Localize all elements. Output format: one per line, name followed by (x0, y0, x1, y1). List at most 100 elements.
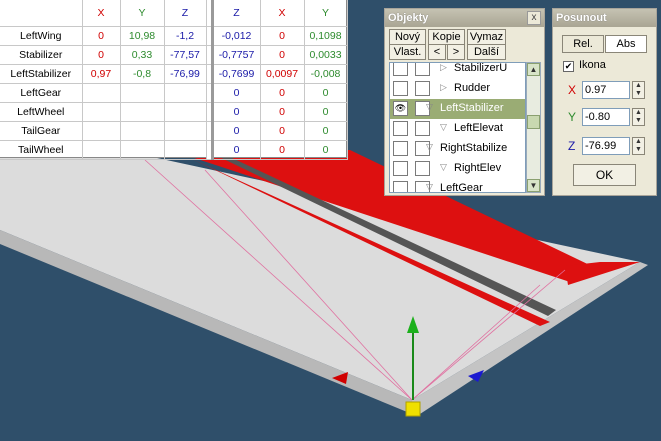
list-item[interactable]: ▽ RightElev (390, 159, 525, 179)
list-item[interactable]: ▽ LeftElevat (390, 119, 525, 139)
cell-x-right[interactable]: 0 (260, 26, 305, 46)
cell-y-right[interactable]: 0 (304, 102, 348, 122)
cell-z[interactable] (164, 83, 207, 103)
tab-relative[interactable]: Rel. (562, 35, 604, 53)
cell-y-right[interactable]: 0 (304, 140, 348, 160)
cell-x[interactable]: 0,97 (82, 64, 121, 84)
list-item[interactable]: 👁 ▽ LeftStabilizer (390, 99, 525, 119)
cell-y[interactable]: -0,8 (120, 64, 165, 84)
row-name[interactable]: Stabilizer (0, 45, 83, 65)
cell-x-right[interactable]: 0 (260, 121, 305, 141)
lock-toggle[interactable] (415, 121, 430, 136)
object-list[interactable]: ▷ StabilizerU ▷ Rudder 👁 ▽ LeftStabilizer ▽ Left… (389, 62, 526, 193)
list-item[interactable]: ▷ StabilizerU (390, 63, 525, 79)
table-row[interactable]: TailWheel 0 0 0 (0, 140, 348, 160)
cell-x-right[interactable]: 0,0097 (260, 64, 305, 84)
collapse-icon[interactable]: ▽ (440, 122, 447, 133)
cell-z-right[interactable]: -0,7699 (212, 64, 261, 84)
row-name[interactable]: TailWheel (0, 140, 83, 160)
row-name[interactable]: LeftWheel (0, 102, 83, 122)
table-row[interactable]: Stabilizer 0 0,33 -77,57 -0,7757 0 0,0033 (0, 45, 348, 65)
cell-z-right[interactable]: 0 (212, 83, 261, 103)
visibility-eye-icon[interactable]: 👁 (393, 101, 408, 116)
cell-z-right[interactable]: 0 (212, 121, 261, 141)
expand-icon[interactable]: ▷ (440, 63, 447, 73)
properties-button[interactable]: Vlast. (389, 44, 426, 60)
list-item[interactable]: ▽ LeftGear (390, 179, 525, 192)
lock-toggle[interactable] (415, 161, 430, 176)
cell-x[interactable]: 0 (82, 45, 121, 65)
cell-x[interactable]: 0 (82, 26, 121, 46)
scroll-down-icon[interactable]: ▼ (527, 179, 540, 192)
z-input[interactable] (582, 137, 630, 155)
cell-y[interactable] (120, 140, 165, 160)
cell-y-right[interactable]: 0 (304, 83, 348, 103)
row-name[interactable]: LeftStabilizer (0, 64, 83, 84)
x-stepper[interactable]: ▲ ▼ (632, 81, 645, 99)
lock-toggle[interactable] (415, 63, 430, 76)
x-input[interactable] (582, 81, 630, 99)
new-button[interactable]: Nový (389, 29, 426, 45)
visibility-toggle[interactable] (393, 161, 408, 176)
cell-x-right[interactable]: 0 (260, 102, 305, 122)
row-name[interactable]: LeftGear (0, 83, 83, 103)
tab-absolute[interactable]: Abs (605, 35, 647, 53)
cell-y-right[interactable]: 0,1098 (304, 26, 348, 46)
ikona-checkbox[interactable]: ✔ (563, 61, 574, 72)
visibility-toggle[interactable] (393, 63, 408, 76)
cell-y-right[interactable]: 0 (304, 121, 348, 141)
collapse-icon[interactable]: ▽ (426, 182, 433, 192)
scroll-thumb[interactable] (527, 115, 540, 129)
cell-z-right[interactable]: -0,7757 (212, 45, 261, 65)
cell-y[interactable]: 10,98 (120, 26, 165, 46)
cell-x[interactable] (82, 140, 121, 160)
table-row[interactable]: TailGear 0 0 0 (0, 121, 348, 141)
y-input[interactable] (582, 108, 630, 126)
table-row[interactable]: LeftWheel 0 0 0 (0, 102, 348, 122)
cell-z[interactable]: -76,99 (164, 64, 207, 84)
next-button[interactable]: > (447, 44, 465, 60)
delete-button[interactable]: Vymaz (467, 29, 506, 45)
cell-y[interactable] (120, 83, 165, 103)
list-item[interactable]: ▷ Rudder (390, 79, 525, 99)
table-row[interactable]: LeftGear 0 0 0 (0, 83, 348, 103)
ok-button[interactable]: OK (573, 164, 636, 186)
cell-x[interactable] (82, 102, 121, 122)
cell-x[interactable] (82, 83, 121, 103)
row-name[interactable]: LeftWing (0, 26, 83, 46)
cell-y-right[interactable]: -0,008 (304, 64, 348, 84)
close-icon[interactable]: x (527, 11, 541, 25)
cell-z[interactable]: -77,57 (164, 45, 207, 65)
visibility-toggle[interactable] (393, 121, 408, 136)
table-row[interactable]: LeftStabilizer 0,97 -0,8 -76,99 -0,7699 0,009… (0, 64, 348, 84)
lock-toggle[interactable] (415, 81, 430, 96)
cell-z[interactable]: -1,2 (164, 26, 207, 46)
cell-z-right[interactable]: 0 (212, 140, 261, 160)
list-item[interactable]: ▽ RightStabilize (390, 139, 525, 159)
cell-z[interactable] (164, 121, 207, 141)
cell-y[interactable] (120, 121, 165, 141)
y-stepper[interactable]: ▲ ▼ (632, 108, 645, 126)
table-row[interactable]: LeftWing 0 10,98 -1,2 -0,012 0 0,1098 (0, 26, 348, 46)
object-list-scrollbar[interactable]: ▲ ▼ (526, 62, 541, 193)
cell-z-right[interactable]: 0 (212, 102, 261, 122)
collapse-icon[interactable]: ▽ (440, 162, 447, 173)
scroll-up-icon[interactable]: ▲ (527, 63, 540, 76)
cell-x-right[interactable]: 0 (260, 83, 305, 103)
previous-button[interactable]: < (428, 44, 446, 60)
cell-x-right[interactable]: 0 (260, 140, 305, 160)
expand-icon[interactable]: ▷ (440, 82, 447, 93)
visibility-toggle[interactable] (393, 141, 408, 156)
cell-y-right[interactable]: 0,0033 (304, 45, 348, 65)
cell-x-right[interactable]: 0 (260, 45, 305, 65)
row-name[interactable]: TailGear (0, 121, 83, 141)
copy-button[interactable]: Kopie (428, 29, 465, 45)
z-stepper[interactable]: ▲ ▼ (632, 137, 645, 155)
collapse-icon[interactable]: ▽ (426, 142, 433, 153)
collapse-icon[interactable]: ▽ (426, 102, 433, 113)
visibility-toggle[interactable] (393, 181, 408, 192)
cell-y[interactable] (120, 102, 165, 122)
cell-z-right[interactable]: -0,012 (212, 26, 261, 46)
cell-z[interactable] (164, 140, 207, 160)
more-button[interactable]: Další (467, 44, 506, 60)
